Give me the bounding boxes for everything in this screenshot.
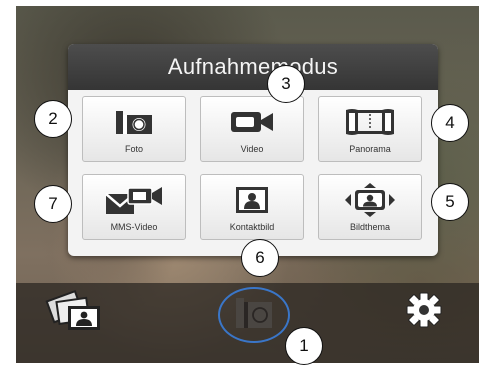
- callout-1: 1: [285, 327, 323, 365]
- camera-shutter-icon: [234, 296, 276, 332]
- mode-photo-label: Foto: [124, 144, 143, 154]
- subject-frame-icon: [319, 183, 421, 217]
- mode-contact-picture-label: Kontaktbild: [229, 222, 275, 232]
- mode-contact-picture-button[interactable]: Kontaktbild: [200, 174, 304, 240]
- frame-right: [479, 0, 493, 363]
- mode-subject-frame-button[interactable]: Bildthema: [318, 174, 422, 240]
- callout-4: 4: [431, 104, 469, 142]
- video-camera-icon: [201, 105, 303, 139]
- callout-7: 7: [34, 185, 72, 223]
- capture-mode-panel: Aufnahmemodus Foto Video Panorama MMS-Vi…: [68, 44, 438, 256]
- mode-video-button[interactable]: Video: [200, 96, 304, 162]
- callout-6: 6: [241, 239, 279, 277]
- mms-video-icon: [83, 183, 185, 217]
- gear-icon[interactable]: [404, 290, 444, 330]
- contact-picture-icon: [201, 183, 303, 217]
- frame-top: [0, 0, 493, 6]
- mode-mms-video-label: MMS-Video: [110, 222, 158, 232]
- mode-mms-video-button[interactable]: MMS-Video: [82, 174, 186, 240]
- callout-2: 2: [34, 100, 72, 138]
- callout-3: 3: [267, 65, 305, 103]
- panorama-icon: [319, 105, 421, 139]
- callout-5: 5: [431, 183, 469, 221]
- panel-title: Aufnahmemodus: [68, 44, 438, 90]
- gallery-icon[interactable]: [44, 288, 104, 334]
- mode-photo-button[interactable]: Foto: [82, 96, 186, 162]
- mode-subject-frame-label: Bildthema: [349, 222, 391, 232]
- mode-panorama-label: Panorama: [349, 144, 391, 154]
- frame-left: [0, 0, 16, 363]
- camera-icon: [83, 105, 185, 139]
- mode-panorama-button[interactable]: Panorama: [318, 96, 422, 162]
- mode-video-label: Video: [240, 144, 264, 154]
